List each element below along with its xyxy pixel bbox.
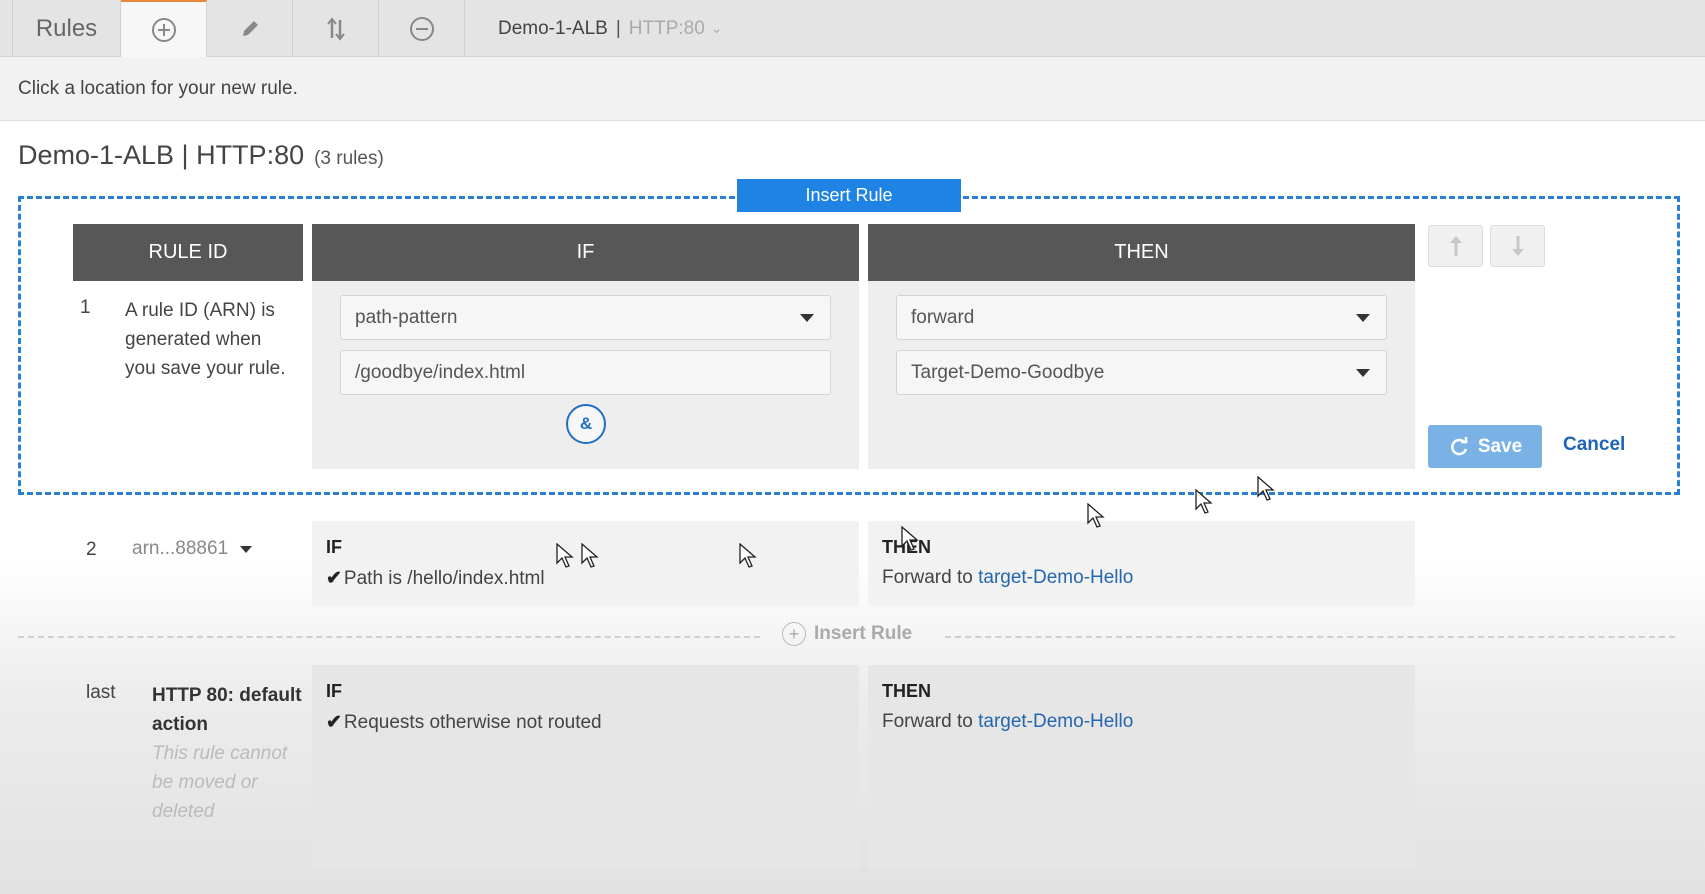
caret-down-icon (1356, 314, 1370, 322)
column-header-then: THEN (868, 224, 1415, 281)
default-action: Forward to target-Demo-Hello (882, 711, 1401, 733)
add-rule-button[interactable] (121, 0, 207, 57)
default-rule-note: This rule cannot be moved or deleted (152, 743, 288, 822)
rules-tab[interactable]: Rules (12, 0, 121, 57)
target-group-link[interactable]: target-Demo-Hello (978, 711, 1133, 732)
arrow-down-icon (1511, 236, 1524, 256)
insert-rule-label: Insert Rule (814, 623, 913, 644)
page-title-text: Demo-1-ALB | HTTP:80 (18, 140, 305, 170)
default-rule-number: last (86, 682, 116, 703)
default-condition: ✔ Requests otherwise not routed (326, 711, 845, 734)
condition-type-value: path-pattern (355, 306, 458, 328)
divider-left (18, 636, 760, 638)
default-condition-text: Requests otherwise not routed (343, 712, 602, 733)
caret-down-icon (240, 545, 253, 553)
action-type-value: forward (911, 306, 975, 328)
rule-arn: arn...88861 (132, 538, 229, 559)
then-label: THEN (882, 537, 931, 557)
toolbar: Rules Demo-1-ALB | HTTP:80 ⌄ (0, 0, 1705, 57)
edit-rule-button[interactable] (207, 0, 293, 57)
add-condition-button[interactable]: & (566, 404, 606, 444)
refresh-icon (1450, 436, 1468, 455)
action-type-select[interactable]: forward (896, 295, 1387, 340)
target-group-link[interactable]: target-Demo-Hello (978, 567, 1133, 588)
save-label: Save (1477, 435, 1523, 457)
sort-arrows-icon (326, 16, 345, 41)
default-rule-title: HTTP 80: default action (152, 685, 302, 735)
rule-arn-dropdown[interactable]: arn...88861 (132, 538, 253, 560)
mouse-pointer-icon (1087, 503, 1105, 528)
divider-right (945, 636, 1675, 638)
column-header-if: IF (312, 224, 859, 281)
new-rule-description: A rule ID (ARN) is generated when you sa… (125, 300, 286, 379)
mouse-pointer-icon (556, 543, 574, 568)
move-down-button[interactable] (1490, 225, 1545, 267)
listener-name: Demo-1-ALB (498, 17, 608, 39)
rule-action: Forward to target-Demo-Hello (882, 567, 1401, 589)
if-label: IF (326, 681, 342, 701)
insert-rule-tag[interactable]: Insert Rule (737, 179, 961, 212)
listener-port: HTTP:80 (628, 17, 705, 39)
mouse-pointer-icon (739, 543, 757, 568)
new-rule-number: 1 (80, 297, 91, 318)
rule-action-prefix: Forward to (882, 567, 973, 588)
reorder-rules-button[interactable] (293, 0, 379, 57)
target-group-select[interactable]: Target-Demo-Goodbye (896, 350, 1387, 395)
rule-condition: ✔ Path is /hello/index.html (326, 567, 845, 590)
path-pattern-value: /goodbye/index.html (355, 361, 526, 383)
mouse-pointer-icon (1257, 476, 1275, 501)
default-then-cell[interactable]: THEN Forward to target-Demo-Hello (868, 665, 1415, 869)
rule-number: 2 (86, 539, 97, 560)
chevron-down-icon: ⌄ (710, 20, 723, 36)
rule-count: (3 rules) (314, 148, 384, 169)
then-label: THEN (882, 681, 931, 701)
checkmark-icon: ✔ (326, 712, 342, 733)
mouse-pointer-icon (1195, 489, 1213, 514)
instruction-bar: Click a location for your new rule. (0, 57, 1705, 121)
default-if-cell[interactable]: IF ✔ Requests otherwise not routed (312, 665, 859, 869)
instruction-text: Click a location for your new rule. (18, 77, 298, 99)
mouse-pointer-icon (581, 543, 599, 568)
listener-separator: | (615, 17, 621, 39)
caret-down-icon (800, 314, 814, 322)
page-title: Demo-1-ALB | HTTP:80 (3 rules) (18, 140, 384, 171)
caret-down-icon (1356, 369, 1370, 377)
rule-condition-text: Path is /hello/index.html (343, 568, 545, 589)
cancel-link[interactable]: Cancel (1563, 434, 1625, 456)
insert-rule-button[interactable]: + Insert Rule (782, 622, 912, 646)
plus-circle-icon: + (782, 622, 806, 646)
mouse-pointer-icon (901, 526, 919, 551)
path-pattern-input[interactable]: /goodbye/index.html (340, 350, 831, 395)
save-button[interactable]: Save (1428, 425, 1542, 468)
arrow-up-icon (1449, 236, 1462, 256)
minus-circle-icon (409, 16, 434, 41)
pencil-icon (242, 20, 258, 36)
target-group-value: Target-Demo-Goodbye (911, 361, 1105, 383)
plus-circle-icon (151, 17, 176, 42)
move-up-button[interactable] (1428, 225, 1483, 267)
default-action-prefix: Forward to (882, 711, 973, 732)
delete-rule-button[interactable] (379, 0, 465, 57)
column-header-rule-id: RULE ID (73, 224, 303, 281)
condition-type-select[interactable]: path-pattern (340, 295, 831, 340)
checkmark-icon: ✔ (326, 568, 342, 589)
listener-selector[interactable]: Demo-1-ALB | HTTP:80 ⌄ (498, 0, 723, 57)
rule-then-cell[interactable]: THEN Forward to target-Demo-Hello (868, 521, 1415, 606)
